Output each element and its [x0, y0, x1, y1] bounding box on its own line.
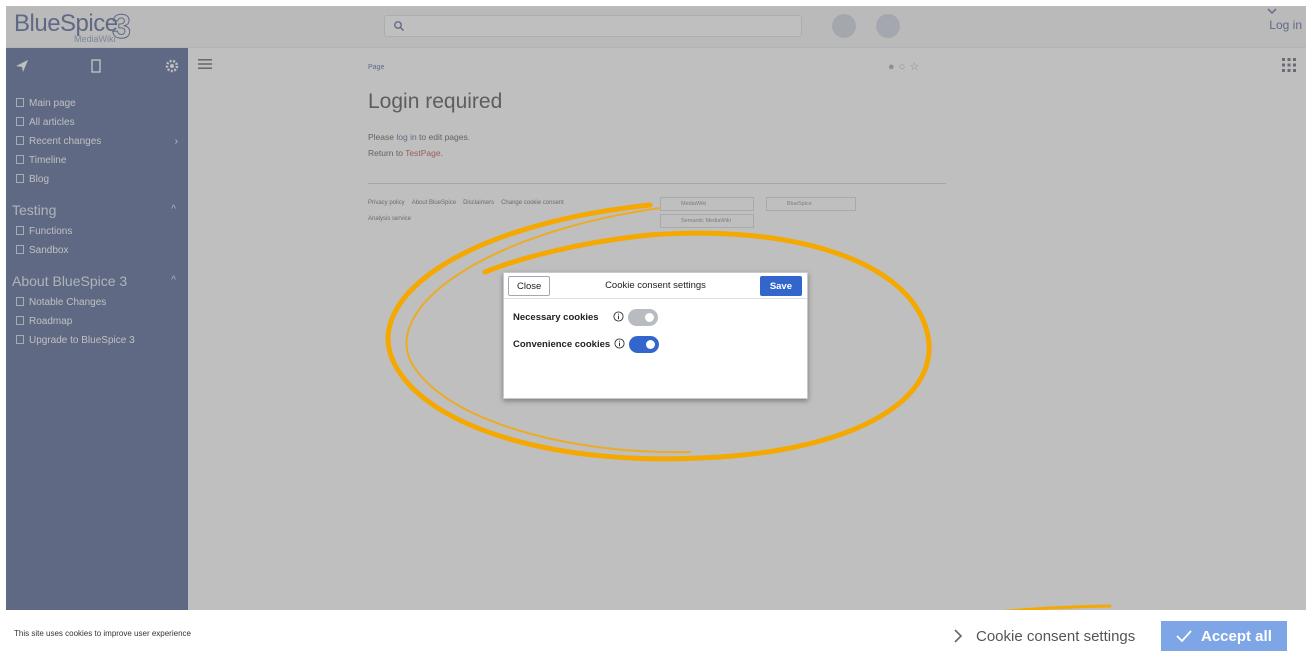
- toggle-knob: [646, 340, 655, 349]
- cookie-settings-label: Cookie consent settings: [976, 627, 1136, 645]
- convenience-cookies-toggle[interactable]: [629, 336, 659, 353]
- cookie-consent-dialog: Cookie consent settings Close Save Neces…: [503, 272, 808, 399]
- checkmark-icon: [1176, 630, 1192, 643]
- convenience-cookies-label: Convenience cookies: [513, 339, 611, 350]
- cookie-banner-text: This site uses cookies to improve user e…: [14, 629, 191, 638]
- save-button[interactable]: Save: [759, 276, 802, 296]
- accept-all-button[interactable]: Accept all: [1161, 621, 1287, 651]
- info-icon[interactable]: [614, 338, 625, 349]
- cookie-banner: This site uses cookies to improve user e…: [0, 610, 1312, 660]
- dialog-header: Cookie consent settings Close Save: [504, 273, 807, 299]
- accept-all-label: Accept all: [1201, 627, 1272, 645]
- cookie-settings-button[interactable]: Cookie consent settings: [952, 623, 1135, 649]
- info-icon[interactable]: [613, 311, 624, 322]
- necessary-cookies-toggle[interactable]: [628, 309, 658, 326]
- chevron-right-icon: [954, 629, 963, 643]
- necessary-cookies-label: Necessary cookies: [513, 312, 599, 323]
- toggle-knob: [645, 313, 654, 322]
- close-button[interactable]: Close: [508, 276, 551, 296]
